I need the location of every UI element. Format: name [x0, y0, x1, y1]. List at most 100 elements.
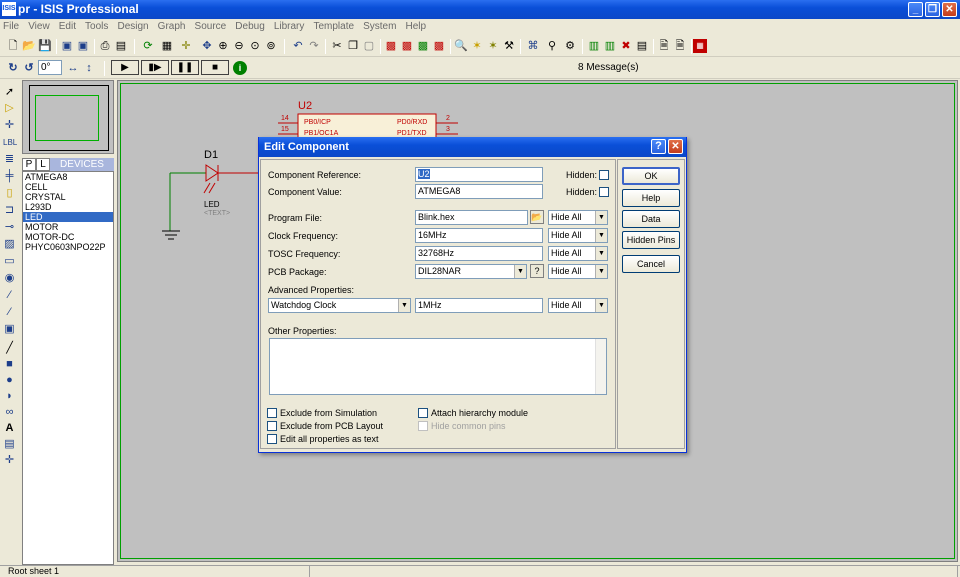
- value-hidden-checkbox[interactable]: [599, 187, 609, 197]
- message-count[interactable]: 8 Message(s): [578, 62, 639, 73]
- exclude-simulation-checkbox[interactable]: [267, 408, 277, 418]
- text-icon[interactable]: A: [3, 422, 16, 435]
- rotation-input[interactable]: 0°: [38, 60, 62, 75]
- open-folder-icon[interactable]: 📂: [22, 39, 36, 53]
- clock-frequency-visibility[interactable]: Hide All ▼: [548, 228, 608, 243]
- advanced-property-value[interactable]: 1MHz: [415, 298, 543, 313]
- block-rotate-icon[interactable]: ▩: [416, 39, 430, 53]
- block-move-icon[interactable]: ▩: [400, 39, 414, 53]
- voltage-probe-icon[interactable]: ⁄: [3, 289, 16, 302]
- paste-icon[interactable]: ▢: [362, 39, 376, 53]
- mirror-y-icon[interactable]: ↕: [82, 61, 96, 75]
- menu-graph[interactable]: Graph: [155, 19, 189, 32]
- menu-tools[interactable]: Tools: [82, 19, 111, 32]
- remove-sheet-icon[interactable]: ▥: [603, 39, 617, 53]
- menu-view[interactable]: View: [25, 19, 53, 32]
- info-icon[interactable]: i: [233, 61, 247, 75]
- close-button[interactable]: ✕: [942, 2, 957, 17]
- device-item[interactable]: MOTOR: [23, 222, 113, 232]
- rotate-cw-icon[interactable]: ↻: [6, 61, 20, 75]
- pick-device-icon[interactable]: 🔍: [454, 39, 468, 53]
- save-icon[interactable]: 💾: [38, 39, 52, 53]
- menu-source[interactable]: Source: [192, 19, 230, 32]
- property-tool-icon[interactable]: ⚙: [563, 39, 577, 53]
- pcb-package-visibility[interactable]: Hide All ▼: [548, 264, 608, 279]
- menu-file[interactable]: File: [0, 19, 22, 32]
- search-tag-icon[interactable]: ⚲: [545, 39, 559, 53]
- menu-debug[interactable]: Debug: [232, 19, 267, 32]
- pcb-package-select[interactable]: DIL28NAR ▼: [415, 264, 527, 279]
- component-value-input[interactable]: ATMEGA8: [415, 184, 543, 199]
- print-icon[interactable]: ⎙: [98, 39, 112, 53]
- step-button[interactable]: ▮▶: [141, 60, 169, 75]
- tosc-frequency-input[interactable]: 32768Hz: [415, 246, 543, 261]
- goto-sheet-icon[interactable]: ▤: [635, 39, 649, 53]
- circle-icon[interactable]: ●: [3, 374, 16, 387]
- reference-hidden-checkbox[interactable]: [599, 170, 609, 180]
- help-button[interactable]: Help: [622, 189, 680, 207]
- program-file-input[interactable]: Blink.hex: [415, 210, 528, 225]
- grid-icon[interactable]: ▦: [160, 39, 174, 53]
- menu-help[interactable]: Help: [403, 19, 430, 32]
- bus-icon[interactable]: ╪: [3, 170, 16, 183]
- export-icon[interactable]: ▣: [76, 39, 90, 53]
- print-area-icon[interactable]: ▤: [114, 39, 128, 53]
- path-icon[interactable]: ∞: [3, 406, 16, 419]
- device-item[interactable]: MOTOR-DC: [23, 232, 113, 242]
- overview-window[interactable]: [22, 80, 114, 154]
- box-icon[interactable]: ■: [3, 358, 16, 371]
- browse-folder-icon[interactable]: 📂: [530, 210, 544, 224]
- exclude-pcb-checkbox[interactable]: [267, 421, 277, 431]
- led-reference[interactable]: D1: [204, 149, 218, 161]
- hidden-pins-button[interactable]: Hidden Pins: [622, 231, 680, 249]
- pick-devices-tab[interactable]: P: [22, 158, 36, 171]
- text-script-icon[interactable]: ≣: [3, 153, 16, 166]
- advanced-property-visibility[interactable]: Hide All ▼: [548, 298, 608, 313]
- maximize-button[interactable]: ❐: [925, 2, 940, 17]
- wire-autorouter-icon[interactable]: ⌘: [526, 39, 540, 53]
- play-button[interactable]: ▶: [111, 60, 139, 75]
- device-item-selected[interactable]: LED: [23, 212, 113, 222]
- pcb-package-help-button[interactable]: ?: [530, 264, 544, 278]
- dialog-help-button[interactable]: ?: [651, 139, 666, 154]
- bill-of-materials-icon[interactable]: 🗎: [657, 39, 671, 53]
- zoom-out-icon[interactable]: ⊖: [232, 39, 246, 53]
- electrical-rule-icon[interactable]: 🗎: [673, 39, 687, 53]
- new-file-icon[interactable]: 🗋: [6, 39, 20, 53]
- attach-hierarchy-checkbox[interactable]: [418, 408, 428, 418]
- junction-dot-icon[interactable]: ✛: [3, 119, 16, 132]
- data-button[interactable]: Data: [622, 210, 680, 228]
- library-manager-tab[interactable]: L: [36, 158, 50, 171]
- wire-label-icon[interactable]: LBL: [3, 136, 17, 149]
- ok-button[interactable]: OK: [622, 167, 680, 185]
- textarea-scrollbar[interactable]: [595, 339, 606, 394]
- import-icon[interactable]: ▣: [60, 39, 74, 53]
- package-tool-icon[interactable]: ✶: [486, 39, 500, 53]
- graph-icon[interactable]: ▨: [3, 238, 16, 251]
- delete-sheet-icon[interactable]: ✖: [619, 39, 633, 53]
- edit-all-checkbox[interactable]: [267, 434, 277, 444]
- advanced-property-select[interactable]: Watchdog Clock ▼: [268, 298, 411, 313]
- new-sheet-icon[interactable]: ▥: [587, 39, 601, 53]
- selection-mode-icon[interactable]: ➚: [3, 86, 16, 99]
- cancel-button[interactable]: Cancel: [622, 255, 680, 273]
- device-item[interactable]: CELL: [23, 182, 113, 192]
- program-file-visibility[interactable]: Hide All ▼: [548, 210, 608, 225]
- terminals-icon[interactable]: ⊐: [3, 204, 16, 217]
- minimize-button[interactable]: _: [908, 2, 923, 17]
- device-item[interactable]: ATMEGA8: [23, 172, 113, 182]
- refresh-icon[interactable]: ⟳: [141, 39, 155, 53]
- zoom-all-icon[interactable]: ⊙: [248, 39, 262, 53]
- symbol-icon[interactable]: ▤: [3, 438, 16, 451]
- undo-icon[interactable]: ↶: [291, 39, 305, 53]
- redo-icon[interactable]: ↷: [307, 39, 321, 53]
- current-probe-icon[interactable]: ⁄: [3, 306, 16, 319]
- pan-icon[interactable]: ✥: [200, 39, 214, 53]
- block-copy-icon[interactable]: ▩: [384, 39, 398, 53]
- menu-library[interactable]: Library: [271, 19, 308, 32]
- cut-icon[interactable]: ✂: [330, 39, 344, 53]
- ares-icon[interactable]: ▦: [693, 39, 707, 53]
- make-device-icon[interactable]: ✶: [470, 39, 484, 53]
- zoom-in-icon[interactable]: ⊕: [216, 39, 230, 53]
- decompose-icon[interactable]: ⚒: [502, 39, 516, 53]
